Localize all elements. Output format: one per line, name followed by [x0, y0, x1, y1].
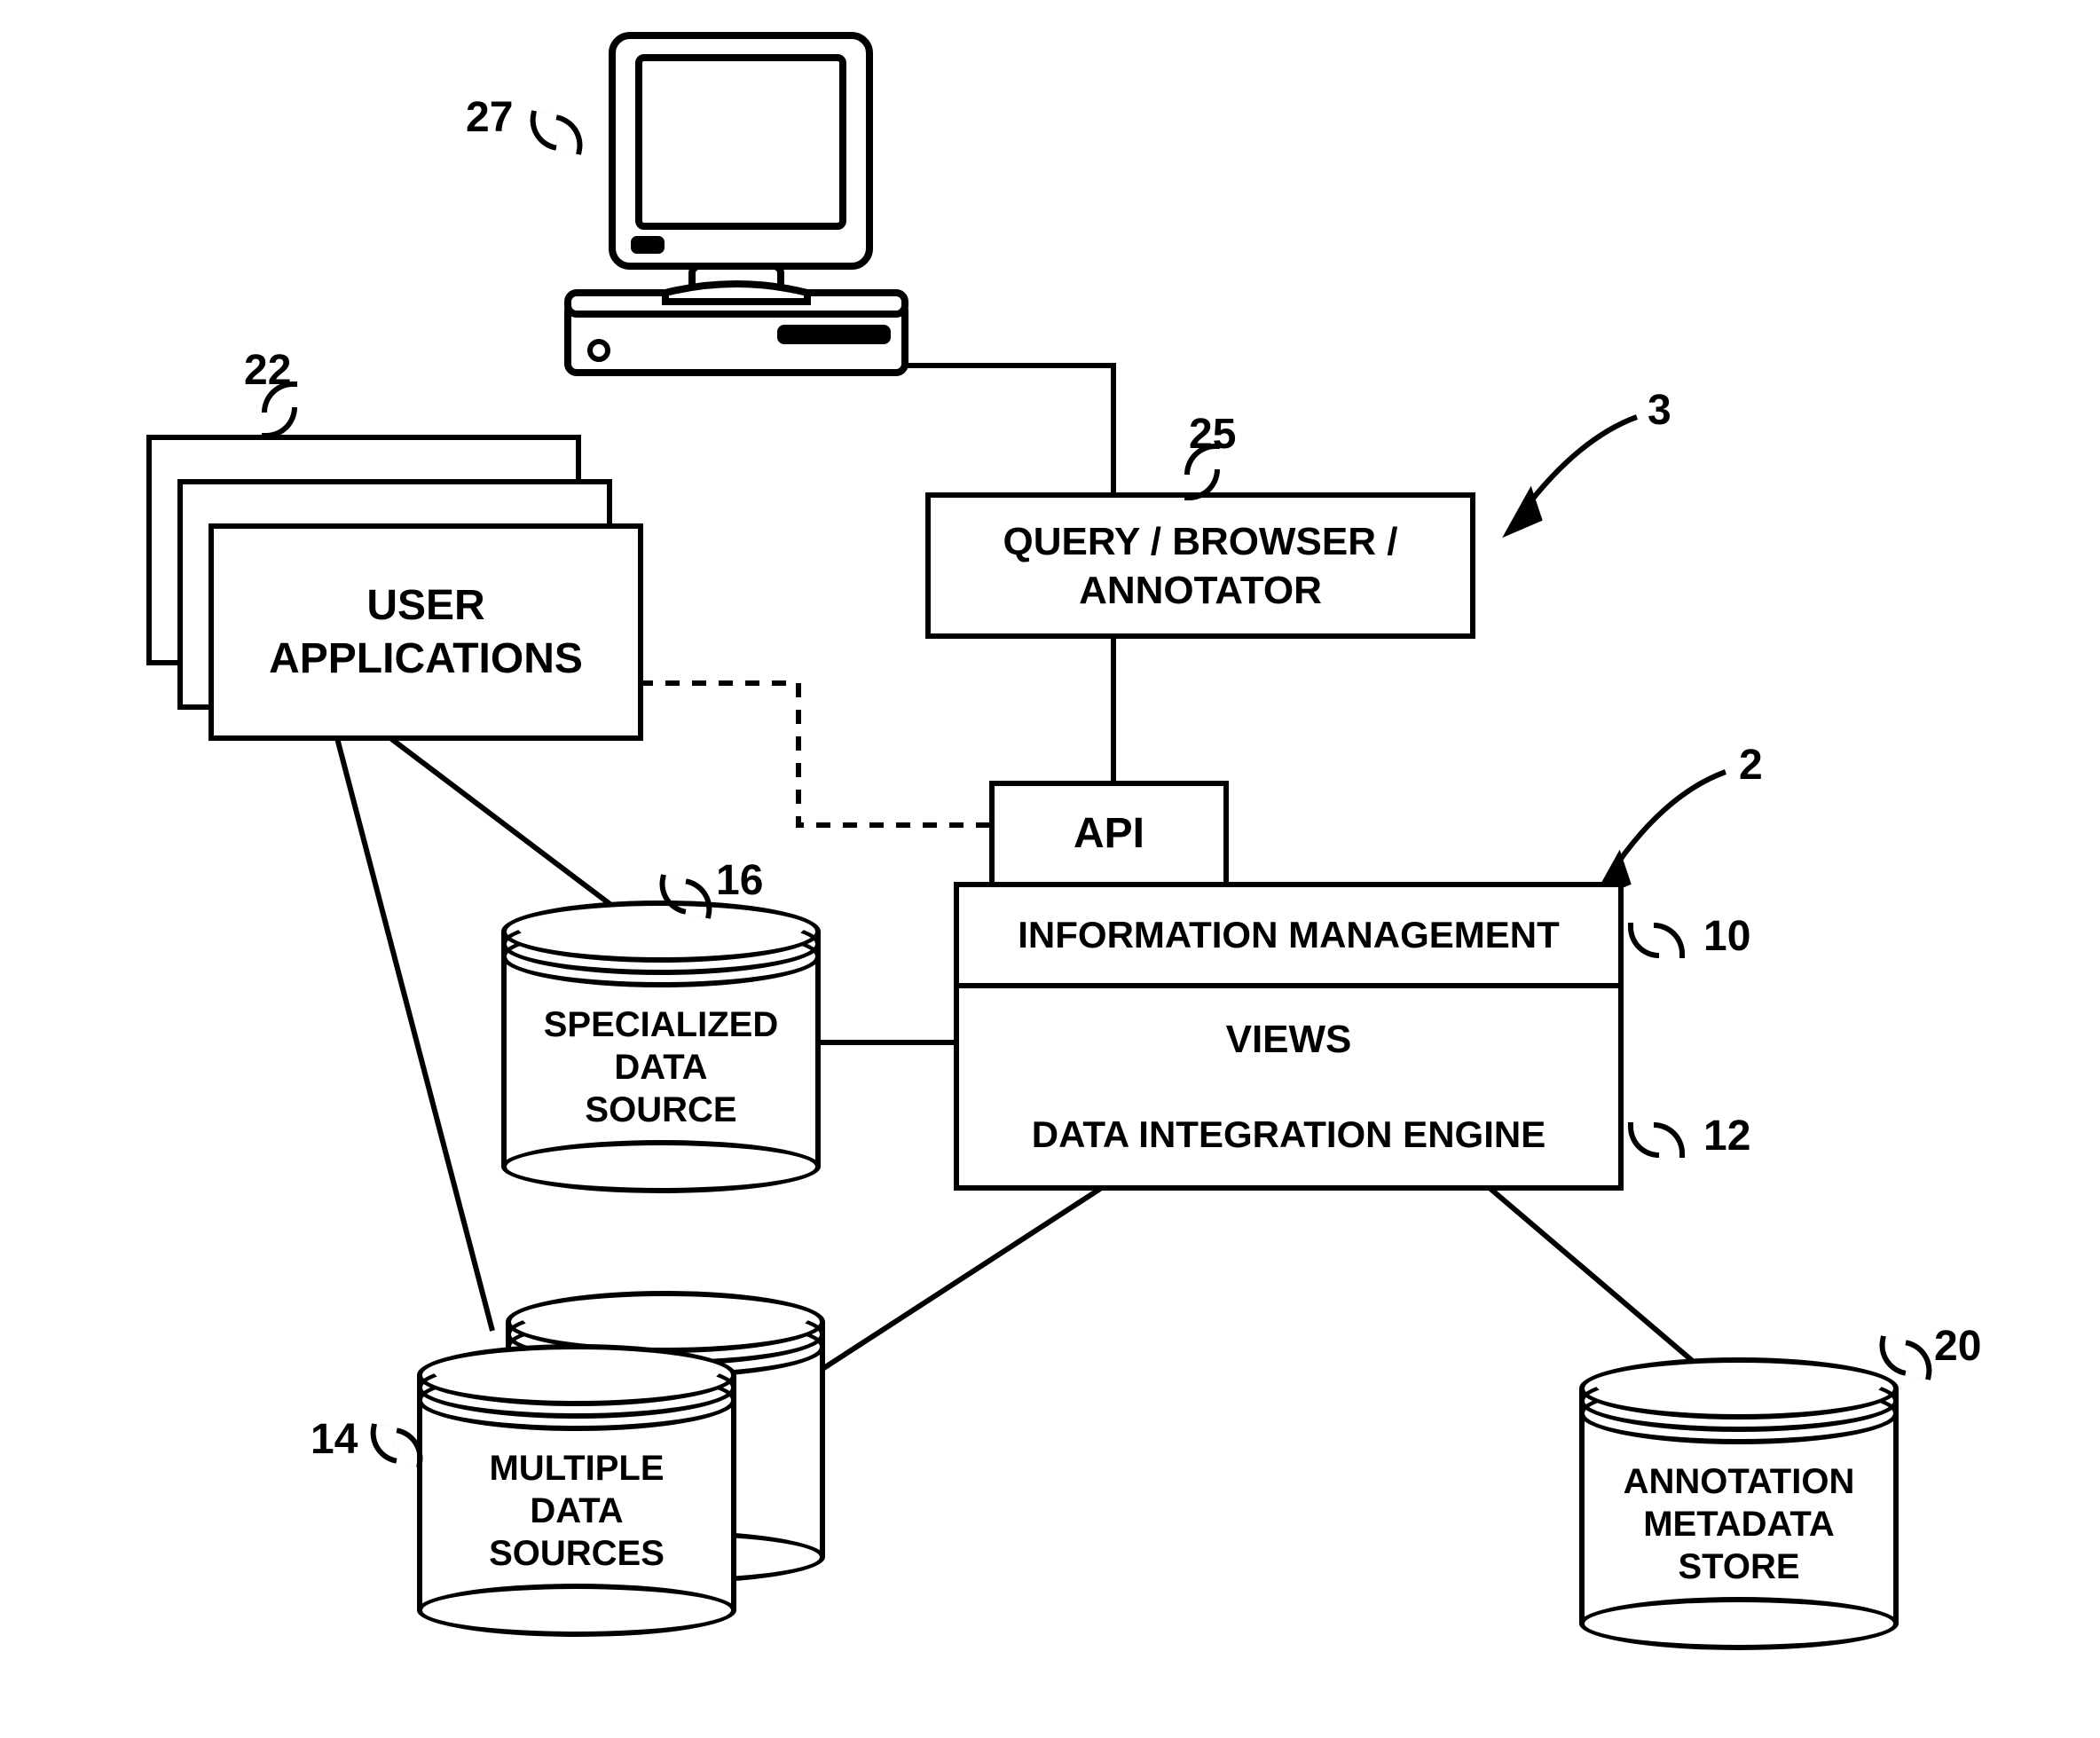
ref-16: 16 [716, 856, 763, 905]
leader-12 [1628, 1122, 1690, 1158]
user-applications-box: USER APPLICATIONS [208, 523, 643, 741]
leader-25 [1184, 444, 1220, 506]
ref-2: 2 [1739, 741, 1763, 790]
annotation-metadata-store: ANNOTATION METADATA STORE [1579, 1357, 1899, 1650]
ref-3: 3 [1648, 386, 1671, 435]
query-browser-annotator-box: QUERY / BROWSER / ANNOTATOR [925, 492, 1475, 639]
ref-14: 14 [311, 1415, 358, 1464]
ref-12: 12 [1703, 1112, 1750, 1160]
views-box: VIEWS [954, 983, 1624, 1089]
ref-10: 10 [1703, 912, 1750, 961]
ref-27: 27 [466, 93, 513, 142]
computer-icon [550, 27, 923, 381]
information-management-box: INFORMATION MANAGEMENT [954, 882, 1624, 988]
leader-22 [262, 381, 297, 444]
leader-10 [1628, 923, 1690, 958]
specialized-data-source: SPECIALIZED DATA SOURCE [501, 900, 821, 1193]
data-integration-engine-box: DATA INTEGRATION ENGINE [954, 1084, 1624, 1191]
ref-20: 20 [1934, 1322, 1981, 1371]
multiple-data-sources: MULTIPLE DATA SOURCES [417, 1344, 736, 1637]
api-box: API [989, 781, 1229, 887]
